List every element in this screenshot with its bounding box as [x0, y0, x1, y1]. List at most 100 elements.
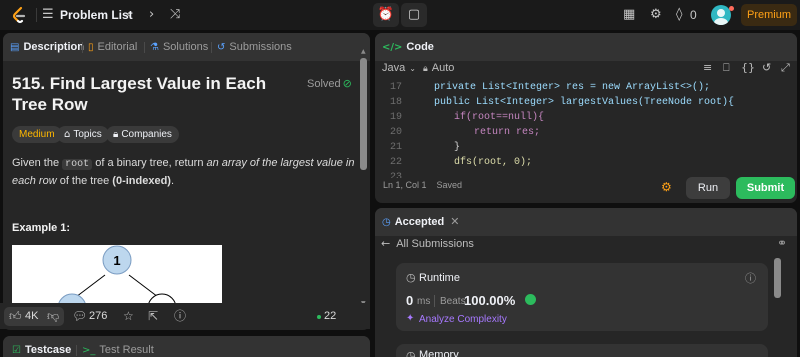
description-scrollbar[interactable] [360, 58, 367, 170]
history-icon: ↺ [217, 42, 226, 53]
doc-icon: ▤ [10, 42, 20, 53]
alarm-icon[interactable]: ⏰ [373, 3, 399, 27]
grid-icon[interactable]: ▦ [623, 0, 635, 30]
tree-diagram: 1 [57, 245, 177, 307]
run-button[interactable]: Run [686, 177, 730, 199]
share-icon[interactable]: ⇱ [148, 303, 158, 329]
thumbs-up-icon[interactable]: 👍︎ [9, 303, 22, 329]
editor-status: Ln 1, Col 1 Saved [383, 180, 463, 190]
mode-select[interactable]: 🔒︎ Auto [423, 58, 454, 79]
tab-test-result[interactable]: >_ Test Result [82, 336, 154, 357]
testcase-panel: ☑ Testcase >_ Test Result [3, 336, 370, 357]
code-line[interactable]: 19 if(root==null){ [375, 110, 775, 125]
submit-button[interactable]: Submit [736, 177, 795, 199]
code-line[interactable]: 20 return res; [375, 125, 775, 140]
reset-icon[interactable]: ↺ [762, 58, 771, 78]
nav-divider [36, 8, 37, 22]
gear-icon[interactable]: ⚙ [650, 0, 662, 30]
testcase-tabs: ☑ Testcase >_ Test Result [3, 336, 370, 357]
close-icon[interactable]: ✕ [450, 215, 459, 228]
beats-badge-icon [525, 294, 536, 305]
editor-toolbar: Java ⌄ 🔒︎ Auto ≡ ⎕ {} ↺ ⤢ [375, 58, 795, 78]
tab-description[interactable]: ▤ Description [10, 33, 84, 62]
scroll-up-arrow[interactable]: ▲ [361, 48, 366, 55]
chevron-left-icon[interactable]: ‹ [126, 0, 131, 30]
tab-divider [76, 345, 77, 356]
premium-button[interactable]: Premium [741, 4, 797, 26]
checkbox-icon: ☑ [12, 345, 21, 356]
topics-button[interactable]: ⌂ Topics [57, 126, 109, 143]
arrow-left-icon: ← [381, 237, 391, 250]
chevron-down-icon: ⌄ [409, 64, 416, 73]
example-tree-image: 1 [12, 245, 222, 307]
example-title: Example 1: [12, 222, 71, 234]
comment-icon[interactable]: 💬︎ [72, 303, 87, 329]
language-select[interactable]: Java ⌄ [382, 58, 416, 79]
problem-description: Given the root of a binary tree, return … [12, 157, 355, 187]
debug-icon[interactable]: ⚙ [661, 180, 672, 194]
memory-icon: ◷ [406, 349, 416, 357]
tab-accepted[interactable]: ◷ Accepted ✕ [382, 208, 459, 237]
description-tabs: ▤ Description ▯ Editorial ⚗ Solutions ↺ Subm… [3, 33, 370, 61]
runtime-unit: ms [417, 296, 431, 307]
tab-solutions[interactable]: ⚗ Solutions [150, 33, 208, 62]
fullscreen-icon[interactable]: ⤢ [781, 58, 790, 78]
check-circle-icon: ⊘ [342, 77, 352, 90]
lock-icon: 🔒︎ [423, 64, 428, 74]
memory-card: ◷ Memory [396, 344, 768, 357]
companies-button[interactable]: 🔒︎ Companies [106, 126, 179, 143]
terminal-icon: >_ [82, 345, 96, 356]
memory-label: Memory [419, 349, 459, 357]
info-icon[interactable]: ⓘ [745, 270, 756, 286]
runtime-divider [434, 295, 435, 307]
lock-icon: 🔒︎ [113, 129, 119, 140]
code-line[interactable]: 18 public List<Integer> largestValues(Tre… [375, 95, 775, 110]
analyze-complexity-link[interactable]: Analyze Complexity [419, 314, 507, 325]
braces-icon[interactable]: {} [741, 58, 755, 78]
leetcode-logo[interactable] [9, 5, 29, 25]
difficulty-badge[interactable]: Medium [12, 126, 62, 143]
bookmark-icon[interactable]: ⎕ [723, 58, 730, 78]
like-count[interactable]: 4K [25, 303, 38, 329]
code-line[interactable]: 21} [375, 140, 775, 155]
notification-dot [729, 6, 734, 11]
avatar[interactable] [711, 5, 731, 25]
code-line[interactable]: 22 dfs(root, 0); [375, 155, 775, 170]
top-nav: ☰ Problem List ‹ › ⤨ ⏰ ▢ ▦ ⚙ ◊ 0 Premium [0, 0, 800, 30]
tree-root-value: 1 [113, 253, 120, 268]
comment-count[interactable]: 276 [89, 303, 107, 329]
tab-divider [144, 42, 145, 53]
help-icon[interactable]: ⓘ [174, 303, 186, 329]
all-submissions-link[interactable]: ← All Submissions [381, 237, 474, 250]
note-icon[interactable]: ▢ [401, 3, 427, 27]
tab-divider [82, 42, 83, 53]
flask-icon: ⚗ [150, 42, 159, 53]
link-icon[interactable]: ⚭ [777, 236, 787, 250]
sparkle-icon: ✦ [406, 313, 415, 324]
problem-title: 515. Find Largest Value in Each Tree Row [12, 74, 267, 114]
result-scrollbar[interactable] [774, 258, 781, 298]
clock-icon: ◷ [406, 271, 416, 284]
thumbs-down-icon[interactable]: 👎︎ [47, 303, 59, 329]
chevron-right-icon[interactable]: › [149, 0, 154, 30]
list-icon[interactable]: ☰ [42, 0, 54, 30]
shuffle-icon[interactable]: ⤨ [170, 0, 180, 30]
description-footer: 👍︎ 4K 👎︎ 💬︎ 276 ☆ ⇱ ⓘ 22 Online [0, 303, 370, 348]
tab-submissions[interactable]: ↺ Submissions [217, 33, 292, 62]
format-icon[interactable]: ≡ [703, 58, 712, 78]
code-icon: </> [382, 42, 403, 53]
solved-status: Solved ⊘ [307, 77, 352, 90]
tab-editorial[interactable]: ▯ Editorial [88, 33, 137, 62]
result-tabs: ◷ Accepted ✕ [375, 208, 797, 236]
star-icon[interactable]: ☆ [123, 303, 134, 329]
runtime-card: ◷ Runtime ⓘ 0 ms Beats 100.00% ✦ Analyze… [396, 263, 768, 331]
tab-divider [211, 42, 212, 53]
tag-icon: ⌂ [64, 129, 71, 140]
clock-icon: ◷ [382, 217, 391, 228]
tab-testcase[interactable]: ☑ Testcase [12, 336, 71, 357]
inline-code: root [62, 159, 93, 170]
fire-icon[interactable]: ◊ [676, 0, 682, 30]
code-line[interactable]: 17 private List<Integer> res = new ArrayL… [375, 80, 775, 95]
problem-list-link[interactable]: Problem List [60, 0, 133, 30]
runtime-value: 0 [406, 293, 414, 308]
